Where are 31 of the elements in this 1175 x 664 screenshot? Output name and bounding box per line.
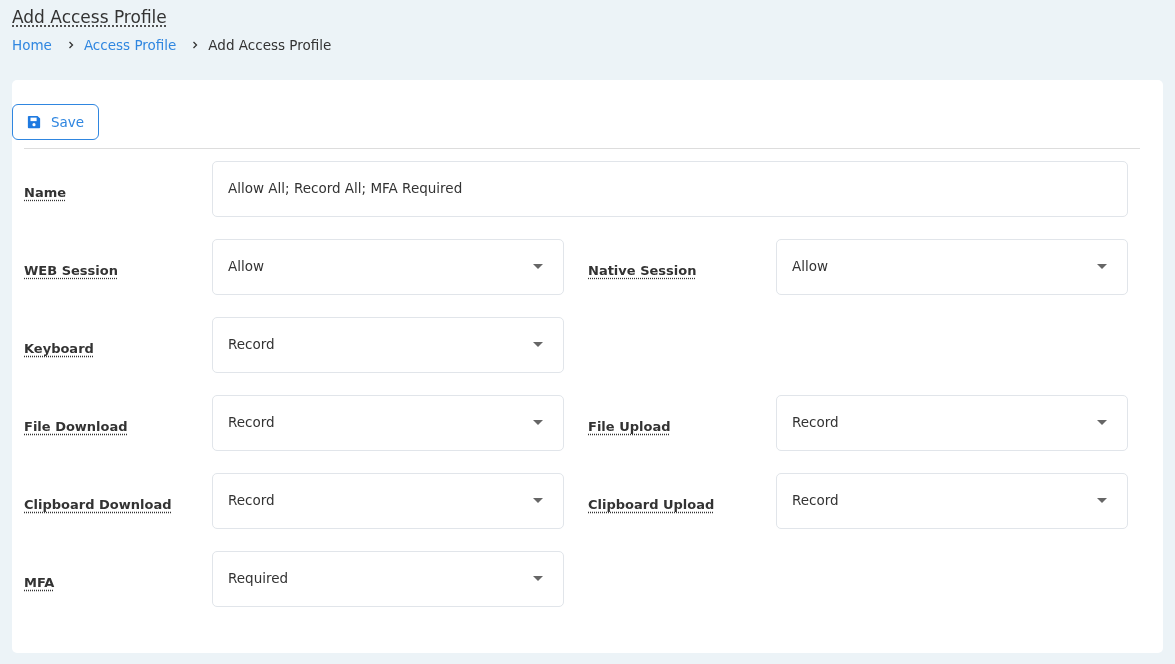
dropdown-field[interactable]: Allow — [212, 239, 564, 295]
field-label: Name — [24, 183, 66, 200]
chevron-right-icon — [67, 41, 74, 49]
dropdown-field[interactable]: Record — [776, 395, 1128, 451]
caret-icon — [1097, 419, 1107, 425]
caret-icon — [1097, 263, 1107, 269]
field-label: MFA — [24, 573, 55, 590]
dropdown-field[interactable]: Record — [212, 317, 564, 373]
dropdown-field[interactable]: Allow — [776, 239, 1128, 295]
page-title: Add Access Profile — [12, 6, 167, 28]
caret-icon — [533, 341, 543, 347]
save-button[interactable]: Save — [12, 104, 100, 140]
caret-icon — [533, 419, 543, 425]
breadcrumb-current: Add Access Profile — [208, 37, 332, 53]
caret-icon — [533, 263, 543, 269]
caret-icon — [533, 575, 543, 581]
field-label: File Download — [24, 417, 128, 434]
dropdown-field[interactable]: Record — [212, 473, 564, 529]
caret-icon — [533, 497, 543, 503]
dropdown-field[interactable]: Record — [776, 473, 1128, 529]
field-label: WEB Session — [24, 261, 118, 278]
caret-icon — [1097, 497, 1107, 503]
field-label: File Upload — [588, 417, 671, 434]
field-label: Clipboard Upload — [588, 495, 715, 512]
field-label: Native Session — [588, 261, 697, 278]
field-label: Keyboard — [24, 339, 94, 356]
dropdown-field[interactable]: Required — [212, 551, 564, 607]
dropdown-field[interactable]: Record — [212, 395, 564, 451]
text-input-field[interactable]: Allow All; Record All; MFA Required — [212, 161, 1128, 217]
field-label: Clipboard Download — [24, 495, 172, 512]
chevron-right-icon — [192, 41, 199, 49]
